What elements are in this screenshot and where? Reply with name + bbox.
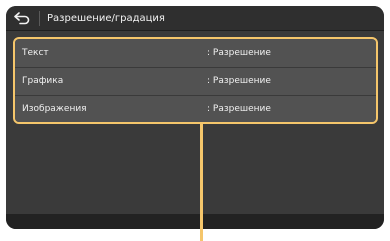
callout-line [200, 124, 203, 241]
printer-panel-screen: Разрешение/градация Текст : Разрешение Г… [6, 6, 384, 229]
row-label: Текст [22, 48, 49, 58]
title-bar: Разрешение/градация [6, 6, 384, 31]
list-item-images[interactable]: Изображения : Разрешение [15, 96, 376, 122]
list-item-text[interactable]: Текст : Разрешение [15, 40, 376, 67]
settings-list: Текст : Разрешение Графика : Разрешение … [13, 37, 378, 124]
back-arrow-icon [14, 12, 30, 25]
back-button[interactable] [10, 8, 34, 29]
row-label: Изображения [22, 104, 87, 114]
row-label: Графика [22, 76, 64, 86]
list-item-graphics[interactable]: Графика : Разрешение [15, 68, 376, 95]
empty-content-area [6, 131, 384, 214]
page-title: Разрешение/градация [47, 13, 165, 24]
title-divider [39, 11, 40, 26]
row-value: : Разрешение [207, 104, 271, 114]
row-value: : Разрешение [207, 76, 271, 86]
bottom-bar [6, 214, 384, 229]
row-value: : Разрешение [207, 48, 271, 58]
